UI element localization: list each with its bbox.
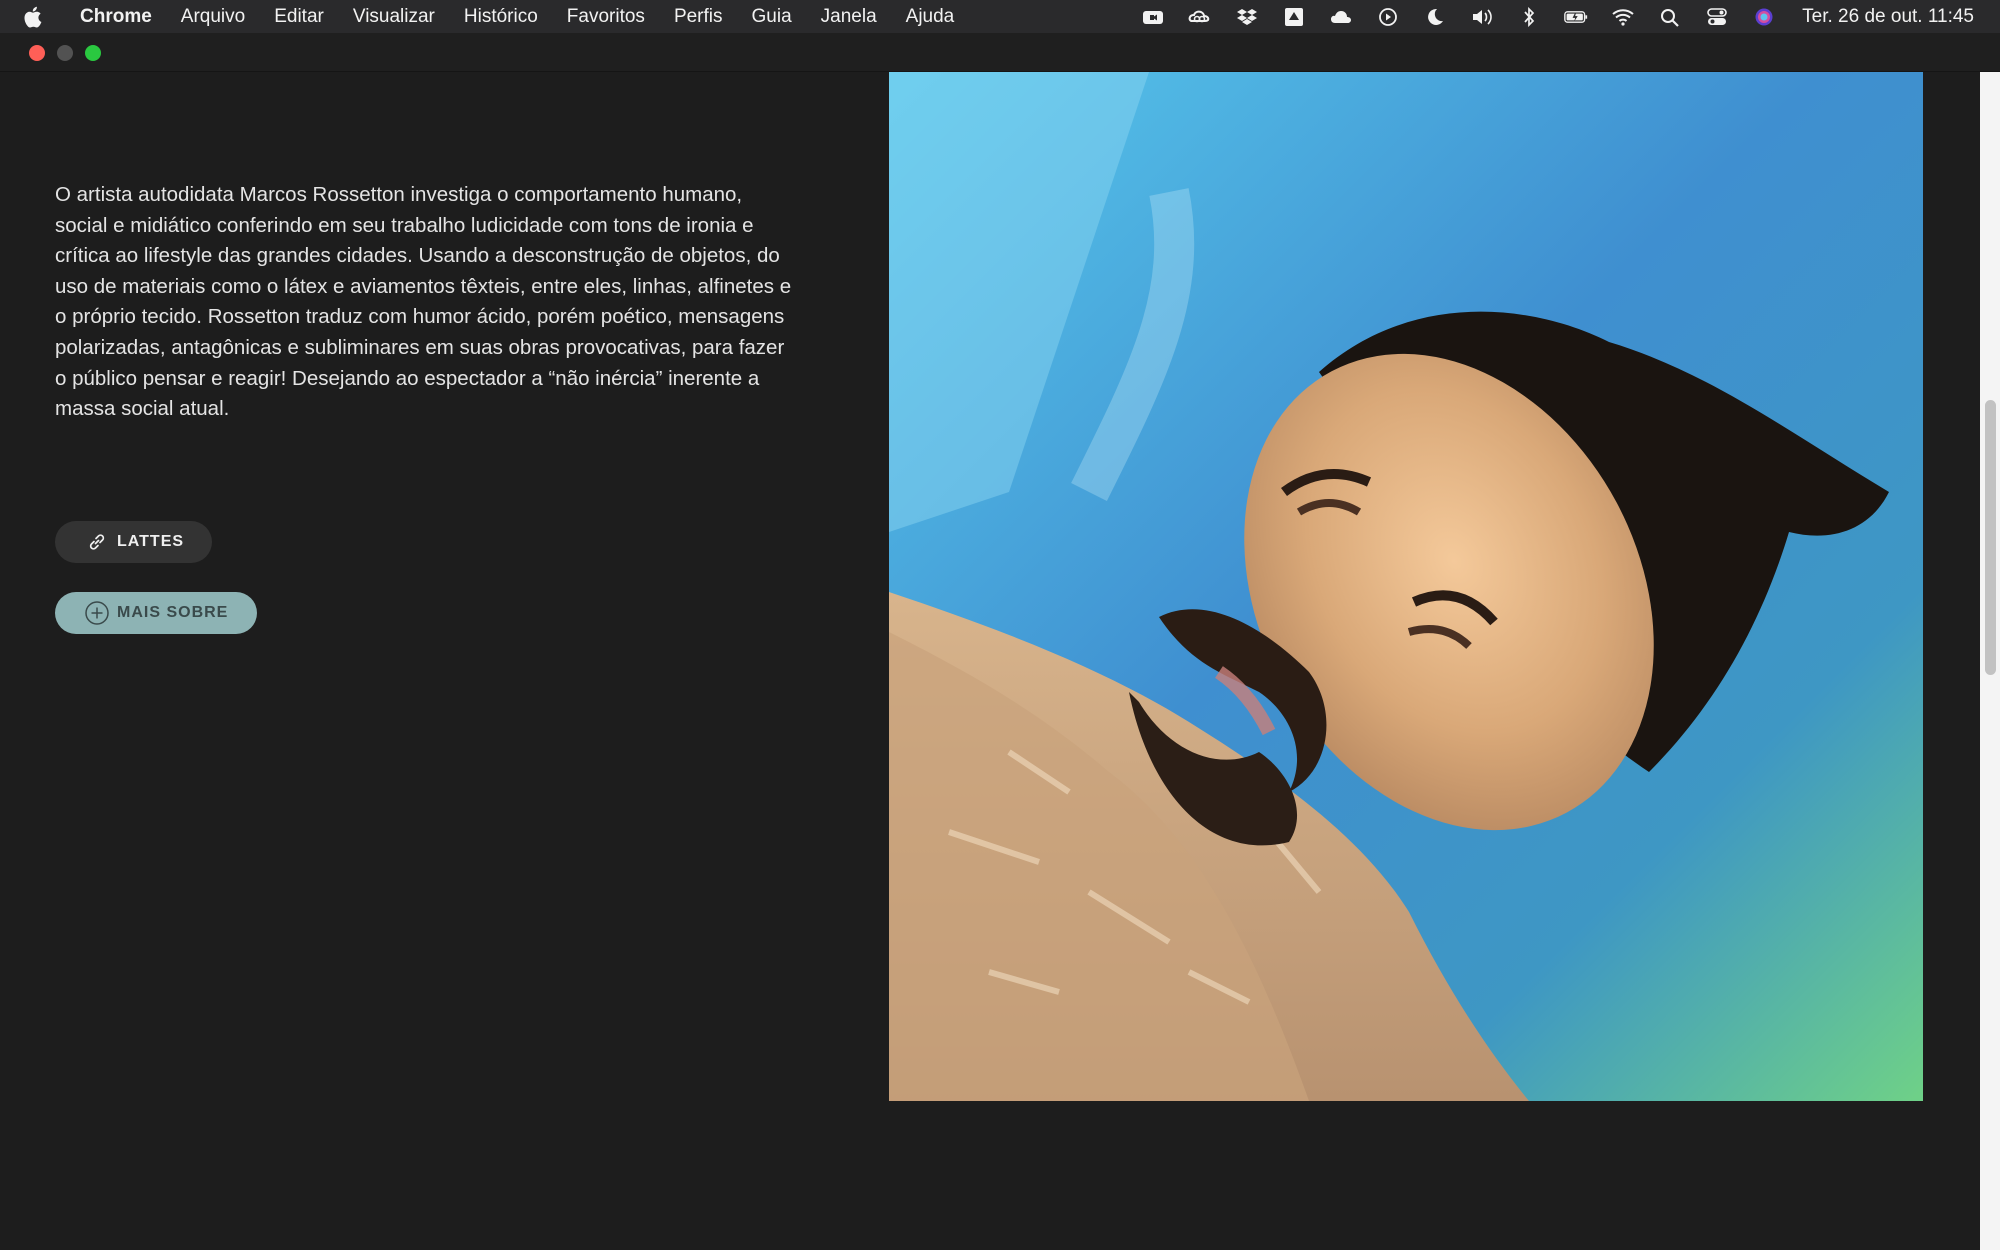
- artist-photo: [889, 72, 1923, 1101]
- window-title-bar: [0, 33, 2000, 72]
- apple-icon[interactable]: [22, 5, 44, 29]
- google-drive-icon[interactable]: [1280, 6, 1308, 28]
- plus-circle-icon: [85, 601, 109, 625]
- more-about-button[interactable]: MAIS SOBRE: [55, 592, 257, 634]
- link-icon: [89, 534, 105, 550]
- page-content: O artista autodidata Marcos Rossetton in…: [0, 72, 1980, 1250]
- wifi-icon[interactable]: [1609, 6, 1637, 28]
- menu-ajuda[interactable]: Ajuda: [906, 6, 955, 28]
- macos-menu-bar: Chrome Arquivo Editar Visualizar Históri…: [0, 0, 2000, 33]
- menu-editar[interactable]: Editar: [274, 6, 324, 28]
- lattes-button-label: LATTES: [117, 533, 185, 550]
- control-center-icon[interactable]: [1703, 6, 1731, 28]
- creative-cloud-icon[interactable]: [1186, 6, 1214, 28]
- spotlight-icon[interactable]: [1656, 6, 1684, 28]
- artist-bio: O artista autodidata Marcos Rossetton in…: [55, 183, 792, 421]
- status-area: Ter. 26 de out. 11:45: [1120, 0, 1974, 33]
- moon-icon[interactable]: [1421, 6, 1449, 28]
- dropbox-icon[interactable]: [1233, 6, 1261, 28]
- window-close-button[interactable]: [29, 45, 45, 61]
- menu-historico[interactable]: Histórico: [464, 6, 538, 28]
- bluetooth-icon[interactable]: [1515, 6, 1543, 28]
- menu-janela[interactable]: Janela: [821, 6, 877, 28]
- menu-favoritos[interactable]: Favoritos: [567, 6, 645, 28]
- menu-arquivo[interactable]: Arquivo: [181, 6, 245, 28]
- page-scrollbar[interactable]: [1980, 72, 2000, 1250]
- battery-icon[interactable]: [1562, 6, 1590, 28]
- siri-icon[interactable]: [1750, 6, 1778, 28]
- menu-visualizar[interactable]: Visualizar: [353, 6, 435, 28]
- window-maximize-button[interactable]: [85, 45, 101, 61]
- lattes-button[interactable]: LATTES: [55, 521, 212, 563]
- menu-guia[interactable]: Guia: [752, 6, 792, 28]
- facetime-icon[interactable]: [1139, 6, 1167, 28]
- scrollbar-thumb[interactable]: [1985, 400, 1996, 675]
- menu-app-name[interactable]: Chrome: [80, 6, 152, 28]
- menu-clock[interactable]: Ter. 26 de out. 11:45: [1802, 6, 1974, 28]
- play-icon[interactable]: [1374, 6, 1402, 28]
- more-about-button-label: MAIS SOBRE: [117, 604, 229, 621]
- icloud-icon[interactable]: [1327, 6, 1355, 28]
- volume-icon[interactable]: [1468, 6, 1496, 28]
- menu-perfis[interactable]: Perfis: [674, 6, 723, 28]
- window-minimize-button[interactable]: [57, 45, 73, 61]
